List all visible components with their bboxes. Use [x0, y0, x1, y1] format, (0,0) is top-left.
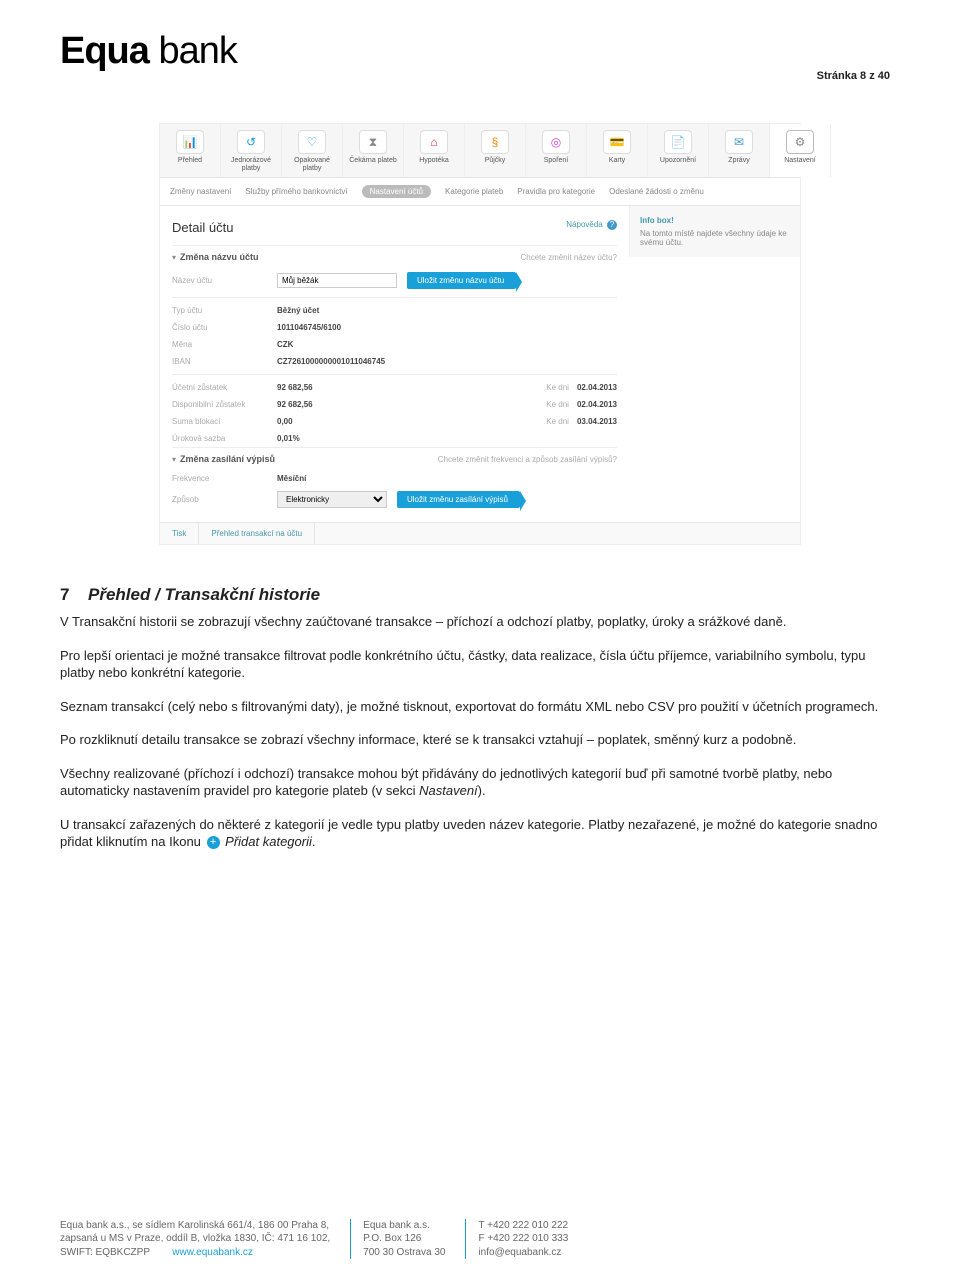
bottom-bar: Tisk Přehled transakcí na účtu [160, 522, 800, 544]
tab-loans[interactable]: §Půjčky [465, 124, 526, 177]
subtab-services[interactable]: Služby přímého bankovnictví [245, 187, 347, 196]
tab-messages[interactable]: ✉Zprávy [709, 124, 770, 177]
subtab-changes[interactable]: Změny nastavení [170, 187, 231, 196]
main-tabbar: 📊Přehled ↺Jednorázové platby ♡Opakované … [160, 124, 800, 178]
tab-waiting[interactable]: ⧗Čekárna plateb [343, 124, 404, 177]
tab-recurring[interactable]: ♡Opakované platby [282, 124, 343, 177]
mail-icon: ✉ [725, 130, 753, 154]
tab-settings[interactable]: ⚙Nastavení [770, 124, 831, 177]
help-icon: ? [607, 220, 617, 230]
chevron-down-icon: ▾ [172, 253, 176, 262]
footer-col-company: Equa bank a.s., se sídlem Karolinská 661… [60, 1219, 330, 1260]
website-link[interactable]: www.equabank.cz [172, 1247, 253, 1258]
page-number: Stránka 8 z 40 [817, 70, 890, 82]
section-statements[interactable]: ▾Změna zasílání výpisů Chcete změnit fre… [172, 447, 617, 470]
help-link[interactable]: Nápověda ? [566, 220, 617, 230]
house-icon: ⌂ [420, 130, 448, 154]
chart-icon: 📊 [176, 130, 204, 154]
infobox-title: Info box! [640, 216, 790, 225]
tab-single-payments[interactable]: ↺Jednorázové platby [221, 124, 282, 177]
card-icon: 💳 [603, 130, 631, 154]
subtab-rules[interactable]: Pravidla pro kategorie [517, 187, 595, 196]
subtab-accounts[interactable]: Nastavení účtů [362, 185, 431, 198]
save-name-button[interactable]: Uložit změnu názvu účtu [407, 272, 516, 289]
statement-method-select[interactable]: Elektronicky [277, 491, 387, 508]
detail-panel: Detail účtu Nápověda ? ▾Změna názvu účtu… [160, 206, 629, 522]
doc-icon: 📄 [664, 130, 692, 154]
tab-alerts[interactable]: 📄Upozornění [648, 124, 709, 177]
tab-savings[interactable]: ◎Spoření [526, 124, 587, 177]
heart-icon: ♡ [298, 130, 326, 154]
chevron-down-icon: ▾ [172, 455, 176, 464]
hourglass-icon: ⧗ [359, 130, 387, 154]
footer-col-address: Equa bank a.s. P.O. Box 126 700 30 Ostra… [350, 1219, 445, 1260]
footer-col-contact: T +420 222 010 222 F +420 222 010 333 in… [465, 1219, 568, 1260]
paragraph: Po rozkliknutí detailu transakce se zobr… [60, 731, 900, 749]
arrow-icon: ↺ [237, 130, 265, 154]
name-label: Název účtu [172, 276, 277, 285]
paragraph: V Transakční historii se zobrazují všech… [60, 613, 900, 631]
info-box: Info box! Na tomto místě najdete všechny… [629, 206, 800, 257]
section-heading: 7Přehled / Transakční historie [60, 585, 900, 605]
section-rename[interactable]: ▾Změna názvu účtu Chcete změnit název úč… [172, 245, 617, 268]
target-icon: ◎ [542, 130, 570, 154]
app-screenshot: 📊Přehled ↺Jednorázové platby ♡Opakované … [159, 123, 801, 545]
infobox-text: Na tomto místě najdete všechny údaje ke … [640, 229, 790, 247]
sub-tabbar: Změny nastavení Služby přímého bankovnic… [160, 178, 800, 206]
transactions-link[interactable]: Přehled transakcí na účtu [199, 523, 315, 544]
gear-icon: ⚙ [786, 130, 814, 154]
subtab-categories[interactable]: Kategorie plateb [445, 187, 503, 196]
section-icon: § [481, 130, 509, 154]
article-section: 7Přehled / Transakční historie V Transak… [60, 585, 900, 851]
save-statements-button[interactable]: Uložit změnu zasílání výpisů [397, 491, 520, 508]
paragraph: Seznam transakcí (celý nebo s filtrovaný… [60, 698, 900, 716]
panel-title: Detail účtu Nápověda ? [172, 220, 617, 235]
account-name-input[interactable] [277, 273, 397, 288]
tab-cards[interactable]: 💳Karty [587, 124, 648, 177]
logo: Equa bank [60, 30, 900, 73]
paragraph: U transakcí zařazených do některé z kate… [60, 816, 900, 851]
tab-mortgage[interactable]: ⌂Hypotéka [404, 124, 465, 177]
print-button[interactable]: Tisk [160, 523, 199, 544]
add-category-icon: + [207, 836, 220, 849]
subtab-requests[interactable]: Odeslané žádosti o změnu [609, 187, 704, 196]
tab-overview[interactable]: 📊Přehled [160, 124, 221, 177]
paragraph: Všechny realizované (příchozí i odchozí)… [60, 765, 900, 800]
page-footer: Equa bank a.s., se sídlem Karolinská 661… [60, 1219, 900, 1260]
paragraph: Pro lepší orientaci je možné transakce f… [60, 647, 900, 682]
